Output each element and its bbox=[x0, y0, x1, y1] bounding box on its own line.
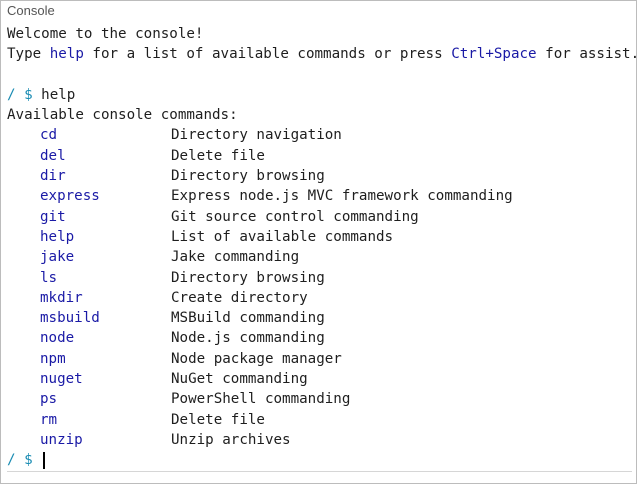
command-row: help List of available commands bbox=[7, 227, 632, 247]
entered-command: help bbox=[41, 86, 76, 103]
window-title: Console bbox=[7, 3, 55, 18]
command-row: express Express node.js MVC framework com… bbox=[7, 186, 632, 206]
command-description: Node.js commanding bbox=[171, 330, 325, 347]
console-output[interactable]: Welcome to the console! Type help for a … bbox=[7, 24, 637, 479]
command-row: msbuild MSBuild commanding bbox=[7, 308, 632, 328]
command-row: mkdir Create directory bbox=[7, 288, 632, 308]
command-description: Node package manager bbox=[171, 350, 342, 367]
command-description: MSBuild commanding bbox=[171, 310, 325, 327]
command-list: cd Directory navigation del Delete file dir D… bbox=[7, 125, 632, 450]
command-name[interactable]: del bbox=[40, 146, 66, 166]
command-description: Directory browsing bbox=[171, 168, 325, 185]
command-description: PowerShell commanding bbox=[171, 391, 351, 408]
hint-help-command: help bbox=[49, 46, 84, 63]
command-description: Delete file bbox=[171, 147, 265, 164]
command-name[interactable]: ps bbox=[40, 389, 57, 409]
command-description: List of available commands bbox=[171, 228, 394, 245]
command-name[interactable]: jake bbox=[40, 247, 74, 267]
hint-shortcut: Ctrl+Space bbox=[451, 46, 537, 63]
command-row: dir Directory browsing bbox=[7, 166, 632, 186]
command-name[interactable]: ls bbox=[40, 268, 57, 288]
hint-line: Type help for a list of available comman… bbox=[7, 44, 637, 64]
command-description: Git source control commanding bbox=[171, 208, 419, 225]
input-prompt: / $ bbox=[7, 452, 33, 469]
command-name[interactable]: express bbox=[40, 186, 100, 206]
command-row: node Node.js commanding bbox=[7, 328, 632, 348]
command-description: Directory browsing bbox=[171, 269, 325, 286]
command-name[interactable]: node bbox=[40, 328, 74, 348]
hint-middle: for a list of available commands or pres… bbox=[83, 46, 452, 63]
text-cursor bbox=[43, 451, 46, 469]
command-name[interactable]: cd bbox=[40, 125, 57, 145]
console-window: Console Welcome to the console! Type hel… bbox=[0, 0, 637, 484]
command-row: rm Delete file bbox=[7, 410, 632, 430]
command-description: Unzip archives bbox=[171, 431, 291, 448]
prompt: / $ bbox=[7, 86, 33, 103]
command-row: git Git source control commanding bbox=[7, 207, 632, 227]
input-line[interactable]: / $ bbox=[7, 450, 632, 472]
entered-command-line: / $ help bbox=[7, 85, 632, 105]
command-description: Jake commanding bbox=[171, 249, 300, 266]
command-description: Delete file bbox=[171, 411, 265, 428]
command-description: Directory navigation bbox=[171, 127, 342, 144]
command-row: npm Node package manager bbox=[7, 349, 632, 369]
command-name[interactable]: unzip bbox=[40, 430, 83, 450]
command-row: ls Directory browsing bbox=[7, 268, 632, 288]
hint-suffix: for assist. bbox=[536, 46, 637, 63]
command-row: jake Jake commanding bbox=[7, 247, 632, 267]
available-commands-header: Available console commands: bbox=[7, 107, 238, 124]
command-description: Express node.js MVC framework commanding bbox=[171, 188, 513, 205]
command-name[interactable]: npm bbox=[40, 349, 66, 369]
command-row: unzip Unzip archives bbox=[7, 430, 632, 450]
command-row: del Delete file bbox=[7, 146, 632, 166]
command-name[interactable]: rm bbox=[40, 410, 57, 430]
command-name[interactable]: git bbox=[40, 207, 66, 227]
command-name[interactable]: dir bbox=[40, 166, 66, 186]
welcome-line: Welcome to the console! bbox=[7, 26, 204, 42]
command-description: NuGet commanding bbox=[171, 371, 308, 388]
command-row: ps PowerShell commanding bbox=[7, 389, 632, 409]
command-name[interactable]: mkdir bbox=[40, 288, 83, 308]
command-row: nuget NuGet commanding bbox=[7, 369, 632, 389]
command-name[interactable]: nuget bbox=[40, 369, 83, 389]
command-description: Create directory bbox=[171, 289, 308, 306]
command-name[interactable]: help bbox=[40, 227, 74, 247]
command-row: cd Directory navigation bbox=[7, 125, 632, 145]
hint-prefix: Type bbox=[7, 46, 50, 63]
command-name[interactable]: msbuild bbox=[40, 308, 100, 328]
